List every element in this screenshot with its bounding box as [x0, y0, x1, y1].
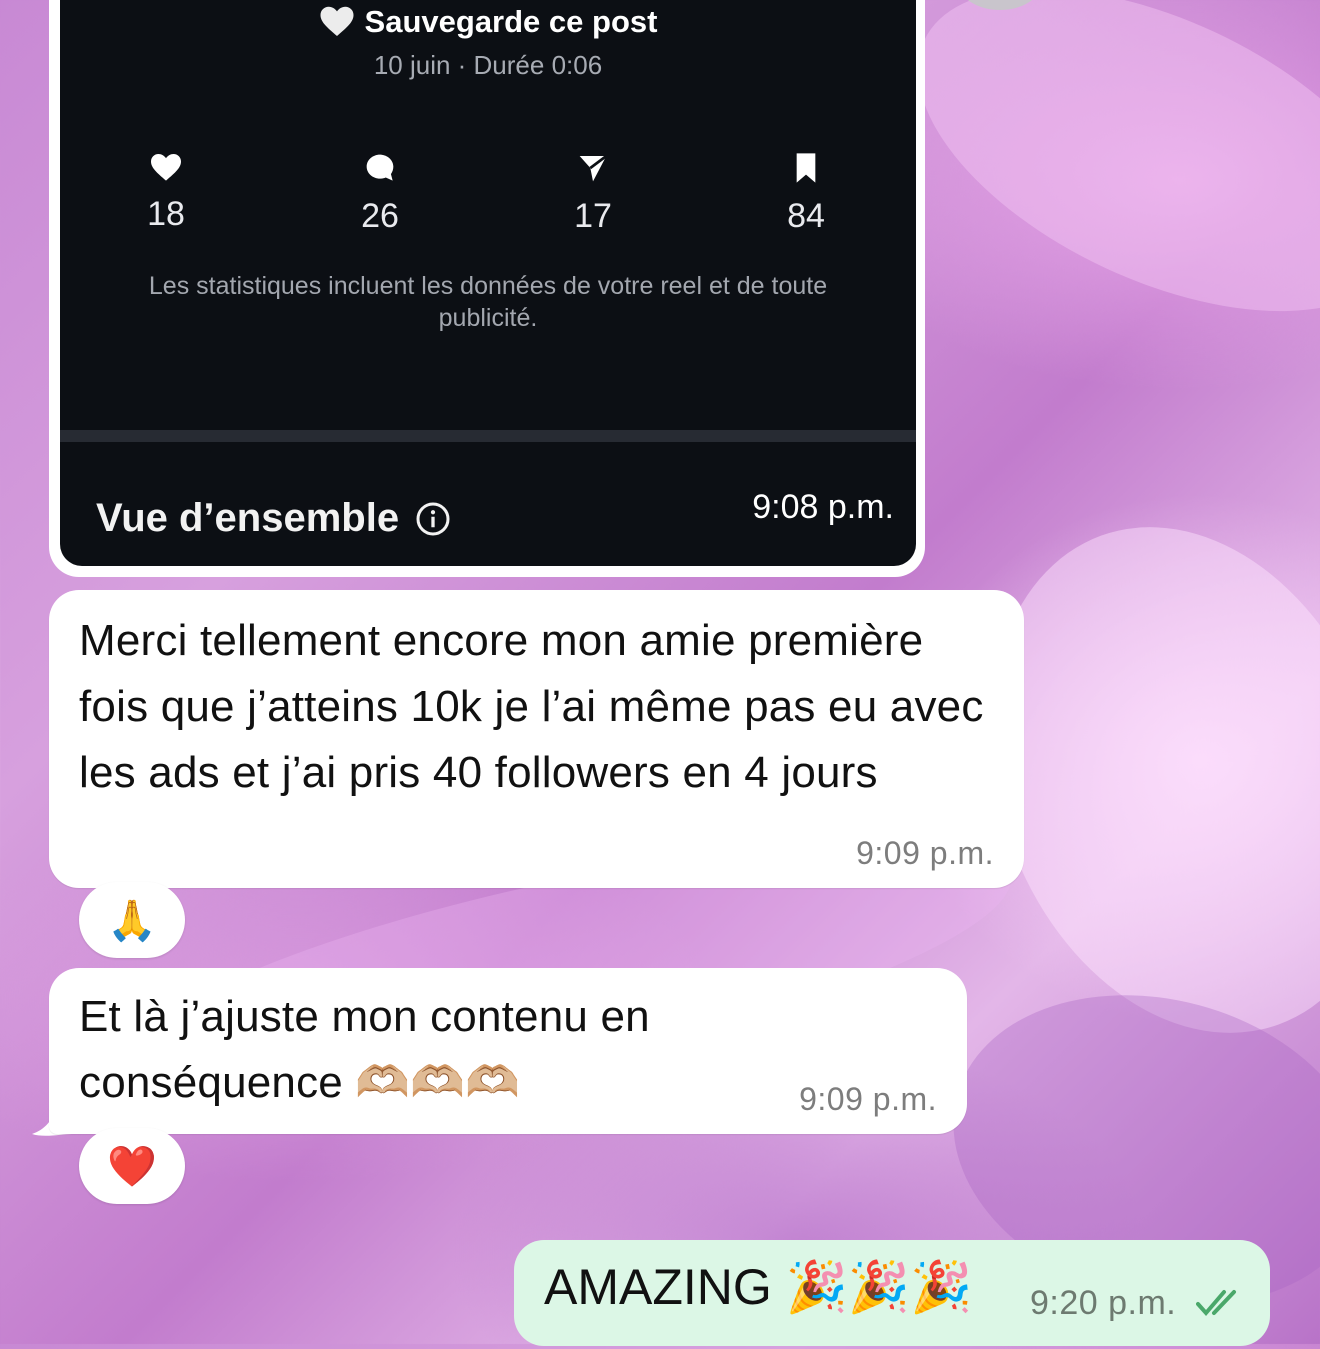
bookmark-icon [796, 153, 816, 183]
avatar-partial [960, 0, 1040, 10]
message-text: Et là j’ajuste mon contenu en conséquenc… [79, 992, 650, 1107]
pray-reaction-icon: 🙏 [107, 898, 157, 943]
post-title: Sauvegarde ce post [60, 4, 916, 40]
outgoing-message-bubble[interactable]: AMAZING 🎉🎉🎉 9:20 p.m. [514, 1240, 1270, 1346]
stats-note: Les statistiques incluent les données de… [148, 272, 828, 332]
stat-shares: 17 [533, 152, 653, 236]
incoming-message-bubble[interactable]: Et là j’ajuste mon contenu en conséquenc… [49, 968, 967, 1134]
stat-saves: 84 [746, 152, 866, 236]
incoming-message-bubble[interactable]: Merci tellement encore mon amie première… [49, 590, 1024, 888]
info-icon[interactable] [415, 501, 451, 537]
stat-likes: 18 [106, 152, 226, 234]
saves-count: 84 [787, 197, 825, 235]
heart-icon [151, 154, 181, 181]
message-timestamp: 9:09 p.m. [856, 835, 994, 871]
message-text: AMAZING 🎉🎉🎉 [544, 1259, 973, 1315]
message-text: Merci tellement encore mon amie première… [79, 616, 984, 797]
message-timestamp: 9:09 p.m. [799, 1081, 937, 1117]
stat-comments: 26 [320, 152, 440, 236]
heart-icon [320, 6, 354, 36]
reaction-badge[interactable]: ❤️ [79, 1128, 185, 1204]
overview-heading: Vue d’ensemble [96, 496, 451, 541]
heart-reaction-icon: ❤️ [107, 1144, 157, 1189]
overview-label: Vue d’ensemble [96, 496, 400, 540]
post-subtitle: 10 juin · Durée 0:06 [373, 50, 603, 80]
likes-count: 18 [147, 195, 185, 233]
comment-icon [366, 154, 394, 181]
message-timestamp: 9:20 p.m. [1030, 1284, 1177, 1322]
message-timestamp: 9:08 p.m. [752, 488, 894, 526]
reaction-badge[interactable]: 🙏 [79, 882, 185, 958]
background-petal [869, 0, 1320, 378]
comments-count: 26 [361, 197, 399, 235]
shared-post-image[interactable]: Sauvegarde ce post 10 juin · Durée 0:06 … [60, 0, 916, 566]
share-icon [579, 154, 608, 182]
read-double-check-icon [1196, 1290, 1236, 1317]
section-divider [60, 430, 916, 442]
shares-count: 17 [574, 197, 612, 235]
